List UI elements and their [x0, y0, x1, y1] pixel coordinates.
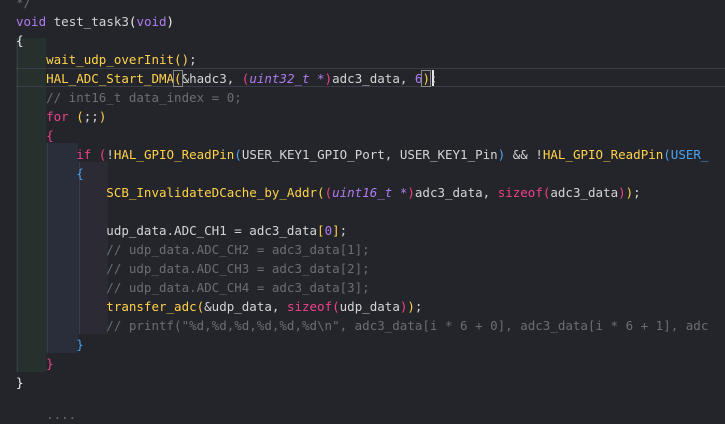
code-line[interactable]: // udp_data.ADC_CH3 = adc3_data[2];	[16, 259, 370, 278]
code-token: // udp_data.ADC_CH3 = adc3_data[2];	[16, 261, 370, 276]
code-token: HAL_ADC_Start_DMA	[16, 71, 175, 86]
code-token: )	[98, 109, 107, 124]
code-token: HAL_GPIO_ReadPin	[113, 147, 235, 162]
code-token: )	[421, 70, 431, 87]
code-token: )	[407, 185, 415, 200]
code-token: &udp_data,	[204, 299, 287, 314]
code-token: SCB_InvalidateDCache_by_Addr	[16, 185, 318, 200]
code-line[interactable]: */	[16, 0, 31, 12]
code-token: // int16_t data_index = 0;	[16, 90, 242, 105]
code-token: (	[332, 299, 340, 314]
code-token: ;;	[83, 109, 99, 124]
code-line[interactable]: transfer_adc(&udp_data, sizeof(udp_data)…	[16, 297, 422, 316]
code-token: )	[166, 14, 175, 29]
code-token: }	[16, 356, 54, 371]
code-line[interactable]: {	[16, 126, 54, 145]
code-token: adc3_data	[550, 185, 619, 200]
code-token: ;	[339, 223, 348, 238]
code-token: for	[16, 109, 77, 124]
code-line[interactable]: udp_data.ADC_CH1 = adc3_data[0];	[16, 221, 347, 240]
code-line[interactable]: if (!HAL_GPIO_ReadPin(USER_KEY1_GPIO_Por…	[16, 145, 708, 164]
code-token: udp_data	[339, 299, 400, 314]
code-line[interactable]: }	[16, 354, 54, 373]
code-token: wait_udp_overInit	[16, 52, 175, 67]
code-token: &hadc3,	[181, 71, 242, 86]
code-token: {	[16, 128, 54, 143]
code-token: ;	[633, 185, 641, 200]
code-line[interactable]: // udp_data.ADC_CH2 = adc3_data[1];	[16, 240, 370, 259]
code-token: // udp_data.ADC_CH2 = adc3_data[1];	[16, 242, 370, 257]
code-token: // printf("%d,%d,%d,%d,%d,%d\n", adc3_da…	[16, 318, 709, 333]
code-token: USER_KEY1_GPIO_Port, USER_KEY1_Pin	[241, 147, 498, 162]
code-token: )	[324, 71, 333, 86]
code-line[interactable]: {	[16, 164, 84, 183]
code-token: if	[16, 147, 99, 162]
code-token: test_task3	[53, 14, 129, 29]
code-token: ]	[332, 223, 340, 238]
code-token: ;	[429, 71, 438, 86]
code-line[interactable]: {	[16, 31, 24, 50]
code-token: uint16_t *	[332, 185, 408, 200]
code-token: )	[618, 185, 626, 200]
code-line[interactable]: }	[16, 335, 84, 354]
code-token: (USER_	[663, 147, 709, 162]
code-token: && !	[505, 147, 543, 162]
code-line[interactable]: for (;;)	[16, 107, 106, 126]
code-line[interactable]: wait_udp_overInit();	[16, 50, 197, 69]
code-token: 0	[324, 223, 333, 238]
code-token: {	[16, 166, 84, 181]
code-token: }	[16, 375, 24, 390]
code-token: (	[173, 70, 183, 87]
code-line[interactable]: ....	[16, 405, 76, 424]
code-line[interactable]: // int16_t data_index = 0;	[16, 88, 242, 107]
code-token: )	[407, 299, 415, 314]
code-token: }	[16, 337, 84, 352]
code-line[interactable]: // printf("%d,%d,%d,%d,%d,%d\n", adc3_da…	[16, 316, 708, 335]
code-token: // udp_data.ADC_CH4 = adc3_data[3];	[16, 280, 370, 295]
code-token: HAL_GPIO_ReadPin	[542, 147, 664, 162]
code-token: adc3_data,	[414, 185, 498, 200]
code-token: {	[16, 33, 24, 48]
code-token: (	[317, 185, 325, 200]
code-line[interactable]: SCB_InvalidateDCache_by_Addr((uint16_t *…	[16, 183, 641, 202]
code-token: adc3_data,	[332, 71, 415, 86]
code-token: ()	[174, 52, 190, 67]
code-line[interactable]: HAL_ADC_Start_DMA(&hadc3, (uint32_t *)ad…	[16, 69, 438, 88]
code-token: (	[324, 185, 333, 200]
code-token: sizeof	[286, 299, 333, 314]
code-editor[interactable]: */void test_task3(void){ wait_udp_overIn…	[0, 0, 725, 422]
code-token: sizeof	[497, 185, 543, 200]
code-token: udp_data.ADC_CH1 = adc3_data	[16, 223, 318, 238]
code-token: (	[76, 109, 84, 124]
code-token: (	[234, 147, 242, 162]
code-token: uint32_t *	[249, 71, 325, 86]
code-token: ....	[16, 407, 77, 422]
code-token: transfer_adc	[16, 299, 197, 314]
code-token: */	[16, 0, 32, 10]
code-line[interactable]: void test_task3(void)	[16, 12, 174, 31]
code-token: ;	[414, 299, 423, 314]
code-token: ;	[189, 52, 197, 67]
code-line[interactable]: }	[16, 373, 24, 392]
code-line[interactable]: // udp_data.ADC_CH4 = adc3_data[3];	[16, 278, 370, 297]
code-token: void	[16, 14, 54, 29]
code-token: [	[317, 223, 325, 238]
code-token: void	[136, 14, 167, 29]
code-token: !	[106, 147, 114, 162]
